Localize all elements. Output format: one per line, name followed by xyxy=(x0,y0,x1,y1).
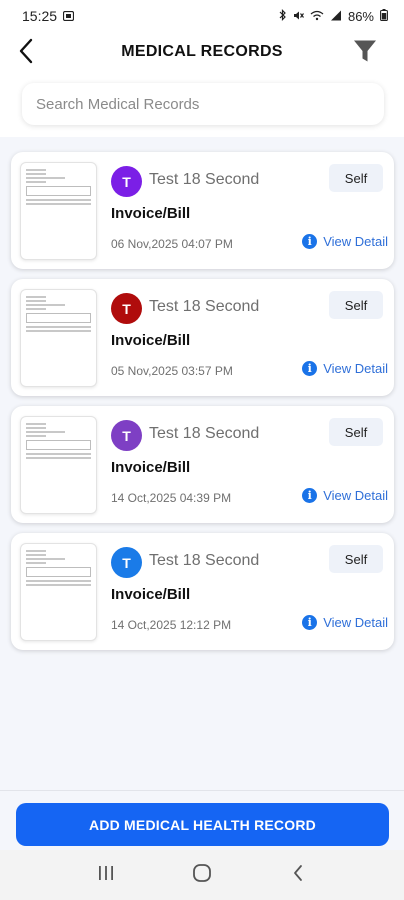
record-card[interactable]: T Test 18 Second Self Invoice/Bill 05 No… xyxy=(11,279,394,396)
view-detail-label: View Detail xyxy=(323,488,388,503)
record-type: Invoice/Bill xyxy=(111,459,191,476)
wifi-icon xyxy=(310,9,324,24)
document-thumbnail[interactable] xyxy=(20,543,97,641)
avatar: T xyxy=(111,293,142,324)
status-bar-left: 15:25 xyxy=(22,8,75,24)
relation-badge: Self xyxy=(329,418,383,446)
record-date: 05 Nov,2025 03:57 PM xyxy=(111,364,233,378)
record-date: 06 Nov,2025 04:07 PM xyxy=(111,237,233,251)
view-detail-link[interactable]: i View Detail xyxy=(302,615,388,630)
document-thumbnail[interactable] xyxy=(20,289,97,387)
view-detail-label: View Detail xyxy=(323,361,388,376)
relation-badge: Self xyxy=(329,291,383,319)
records-list: T Test 18 Second Self Invoice/Bill 06 No… xyxy=(11,152,394,660)
relation-badge: Self xyxy=(329,164,383,192)
screenshot-icon xyxy=(62,9,75,24)
patient-name: Test 18 Second xyxy=(149,171,260,188)
patient-name: Test 18 Second xyxy=(149,552,260,569)
avatar: T xyxy=(111,166,142,197)
view-detail-link[interactable]: i View Detail xyxy=(302,234,388,249)
record-card[interactable]: T Test 18 Second Self Invoice/Bill 14 Oc… xyxy=(11,533,394,650)
record-type: Invoice/Bill xyxy=(111,205,191,222)
document-preview-icon xyxy=(26,550,91,634)
recents-icon xyxy=(97,865,115,886)
record-type: Invoice/Bill xyxy=(111,586,191,603)
document-preview-icon xyxy=(26,423,91,507)
search-input[interactable] xyxy=(36,95,384,113)
info-icon: i xyxy=(302,234,318,249)
search-box xyxy=(22,83,384,125)
status-bar-right: 86% xyxy=(279,8,388,24)
status-bar: 15:25 86% xyxy=(0,0,404,32)
document-thumbnail[interactable] xyxy=(20,162,97,260)
record-type: Invoice/Bill xyxy=(111,332,191,349)
view-detail-link[interactable]: i View Detail xyxy=(302,361,388,376)
app-header: MEDICAL RECORDS xyxy=(0,32,404,137)
nav-back-button[interactable] xyxy=(278,857,318,893)
view-detail-label: View Detail xyxy=(323,615,388,630)
system-nav-bar xyxy=(0,850,404,900)
filter-button[interactable] xyxy=(350,38,380,68)
add-medical-record-button[interactable]: ADD MEDICAL HEALTH RECORD xyxy=(16,803,389,846)
battery-icon xyxy=(380,8,388,24)
page-title: MEDICAL RECORDS xyxy=(121,43,283,60)
record-date: 14 Oct,2025 04:39 PM xyxy=(111,491,232,505)
patient-name: Test 18 Second xyxy=(149,425,260,442)
info-icon: i xyxy=(302,361,318,376)
status-time: 15:25 xyxy=(22,8,58,24)
mute-icon xyxy=(293,9,304,24)
home-button[interactable] xyxy=(182,857,222,893)
record-card[interactable]: T Test 18 Second Self Invoice/Bill 06 No… xyxy=(11,152,394,269)
bottom-action-bar: ADD MEDICAL HEALTH RECORD xyxy=(0,790,404,850)
record-date: 14 Oct,2025 12:12 PM xyxy=(111,618,232,632)
relation-badge: Self xyxy=(329,545,383,573)
bluetooth-icon xyxy=(279,8,287,24)
document-preview-icon xyxy=(26,296,91,380)
home-icon xyxy=(192,863,212,888)
info-icon: i xyxy=(302,615,318,630)
view-detail-label: View Detail xyxy=(323,234,388,249)
back-icon xyxy=(292,864,304,887)
patient-name: Test 18 Second xyxy=(149,298,260,315)
filter-icon xyxy=(353,39,377,68)
document-thumbnail[interactable] xyxy=(20,416,97,514)
document-preview-icon xyxy=(26,169,91,253)
battery-percent: 86% xyxy=(347,8,374,24)
view-detail-link[interactable]: i View Detail xyxy=(302,488,388,503)
record-card[interactable]: T Test 18 Second Self Invoice/Bill 14 Oc… xyxy=(11,406,394,523)
avatar: T xyxy=(111,547,142,578)
signal-icon xyxy=(330,9,342,24)
info-icon: i xyxy=(302,488,318,503)
recents-button[interactable] xyxy=(86,857,126,893)
avatar: T xyxy=(111,420,142,451)
